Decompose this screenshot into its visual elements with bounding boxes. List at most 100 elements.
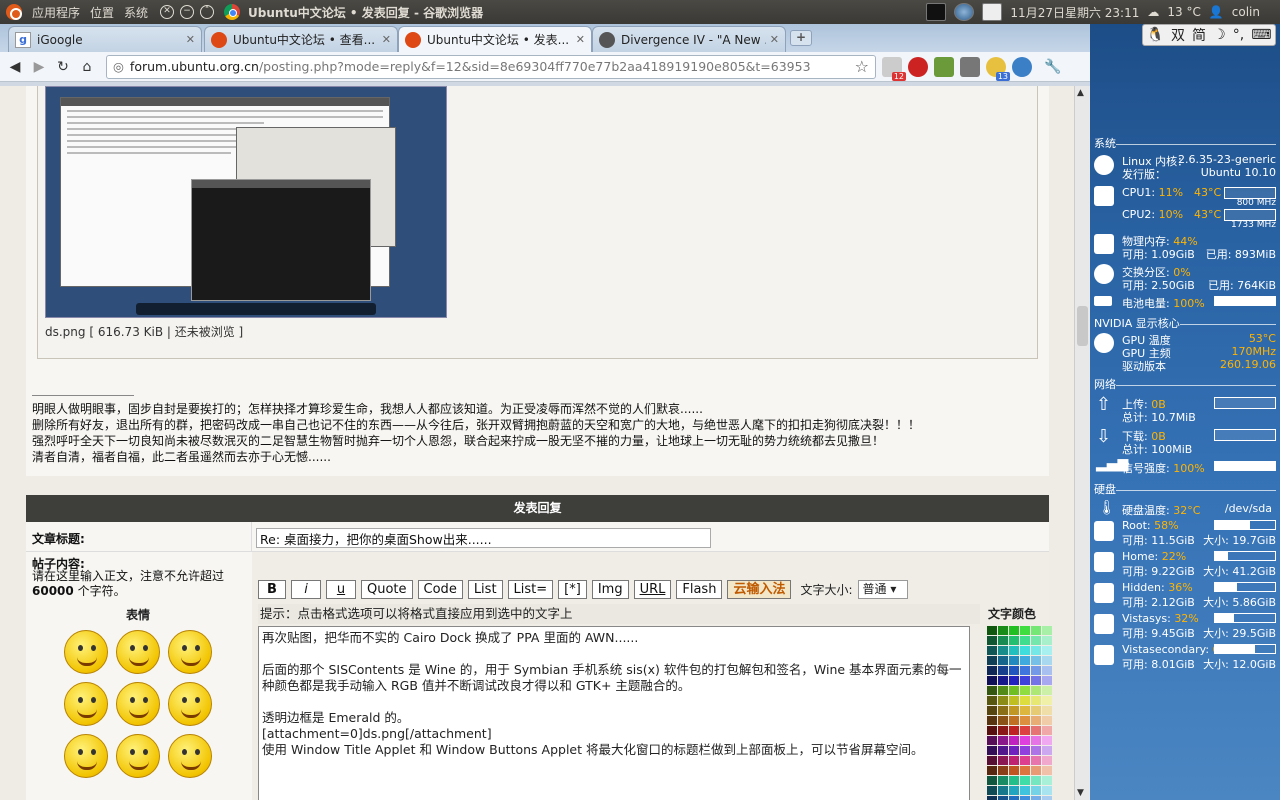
input-method-bar[interactable]: 🐧 双 简 ☽ °, ⌨: [1142, 24, 1276, 46]
ime-double-width[interactable]: 双: [1171, 25, 1185, 45]
mail-indicator-icon[interactable]: [982, 3, 1003, 21]
color-swatch[interactable]: [1009, 686, 1019, 695]
color-swatch[interactable]: [1009, 656, 1019, 665]
color-swatch[interactable]: [1031, 696, 1041, 705]
color-swatch[interactable]: [1009, 726, 1019, 735]
page-scrollbar[interactable]: ▲ ▼: [1074, 86, 1090, 800]
color-swatch[interactable]: [1042, 766, 1052, 775]
font-size-select[interactable]: 普通 ▾: [857, 580, 908, 599]
quote-button[interactable]: Quote: [361, 580, 413, 599]
underline-button[interactable]: u: [326, 580, 356, 599]
color-swatch[interactable]: [1020, 736, 1030, 745]
color-swatch[interactable]: [998, 736, 1008, 745]
color-swatch[interactable]: [1009, 626, 1019, 635]
color-swatch[interactable]: [1031, 726, 1041, 735]
color-swatch[interactable]: [998, 726, 1008, 735]
moon-icon[interactable]: ☽: [1213, 27, 1226, 43]
emoticon[interactable]: [116, 630, 160, 674]
color-swatch[interactable]: [987, 746, 997, 755]
color-swatch[interactable]: [1020, 626, 1030, 635]
color-swatch[interactable]: [1031, 746, 1041, 755]
tab-close-icon[interactable]: ✕: [576, 33, 585, 46]
color-swatch[interactable]: [998, 776, 1008, 785]
emoticon[interactable]: [168, 734, 212, 778]
scroll-down-icon[interactable]: ▼: [1077, 788, 1084, 798]
color-swatch[interactable]: [987, 646, 997, 655]
extension-globe-icon[interactable]: [1012, 56, 1032, 77]
color-swatch[interactable]: [987, 726, 997, 735]
emoticon[interactable]: [168, 682, 212, 726]
code-button[interactable]: Code: [417, 580, 463, 599]
color-swatch[interactable]: [1009, 776, 1019, 785]
tab-close-icon[interactable]: ✕: [382, 33, 391, 46]
color-swatch[interactable]: [998, 746, 1008, 755]
color-swatch[interactable]: [1042, 776, 1052, 785]
tab-forum-view[interactable]: Ubuntu中文论坛 • 查看... ✕: [204, 26, 398, 52]
reload-icon[interactable]: ↻: [54, 59, 72, 75]
color-swatch[interactable]: [998, 626, 1008, 635]
color-swatch[interactable]: [1042, 716, 1052, 725]
color-swatch[interactable]: [1020, 706, 1030, 715]
window-minimize-icon[interactable]: −: [180, 5, 195, 19]
color-swatch[interactable]: [998, 796, 1008, 800]
color-swatch[interactable]: [1042, 636, 1052, 645]
menu-applications[interactable]: 应用程序: [32, 4, 80, 21]
color-swatch[interactable]: [1020, 696, 1030, 705]
color-swatch[interactable]: [1031, 776, 1041, 785]
italic-button[interactable]: i: [291, 580, 321, 599]
color-swatch[interactable]: [1042, 646, 1052, 655]
list-button[interactable]: List: [467, 580, 503, 599]
color-swatch[interactable]: [1020, 636, 1030, 645]
message-textarea[interactable]: 再次贴图，把华而不实的 Cairo Dock 换成了 PPA 里面的 AWN..…: [258, 626, 970, 800]
color-swatch[interactable]: [1009, 646, 1019, 655]
scroll-thumb[interactable]: [1077, 306, 1088, 346]
color-swatch[interactable]: [1031, 626, 1041, 635]
menu-system[interactable]: 系统: [124, 4, 148, 21]
color-swatch[interactable]: [987, 706, 997, 715]
color-swatch[interactable]: [1031, 636, 1041, 645]
color-swatch[interactable]: [998, 666, 1008, 675]
color-swatch[interactable]: [1031, 736, 1041, 745]
color-swatch[interactable]: [998, 766, 1008, 775]
color-swatch[interactable]: [987, 656, 997, 665]
window-maximize-icon[interactable]: ˄: [200, 5, 215, 19]
color-swatch[interactable]: [998, 656, 1008, 665]
color-swatch[interactable]: [987, 776, 997, 785]
color-swatch[interactable]: [1031, 706, 1041, 715]
tab-close-icon[interactable]: ✕: [770, 33, 779, 46]
emoticon[interactable]: [168, 630, 212, 674]
weather-icon[interactable]: ☁: [1147, 5, 1159, 19]
emoticon[interactable]: [116, 682, 160, 726]
emoticon[interactable]: [116, 734, 160, 778]
color-swatch[interactable]: [1042, 786, 1052, 795]
forward-icon[interactable]: ▶: [30, 59, 48, 75]
list-item-button[interactable]: [*]: [558, 580, 587, 599]
color-swatch[interactable]: [1042, 656, 1052, 665]
color-swatch[interactable]: [1031, 766, 1041, 775]
weather-temp[interactable]: 13 °C: [1167, 5, 1200, 19]
color-swatch[interactable]: [1020, 786, 1030, 795]
color-swatch[interactable]: [1009, 746, 1019, 755]
network-globe-icon[interactable]: [954, 3, 975, 21]
color-swatch[interactable]: [1020, 776, 1030, 785]
emoticon[interactable]: [64, 630, 108, 674]
color-swatch[interactable]: [1031, 646, 1041, 655]
ubuntu-logo-icon[interactable]: [6, 4, 22, 20]
color-swatch[interactable]: [1009, 736, 1019, 745]
color-swatch[interactable]: [1031, 796, 1041, 800]
color-swatch[interactable]: [1031, 656, 1041, 665]
subject-input[interactable]: [256, 528, 711, 548]
flash-button[interactable]: Flash: [676, 580, 723, 599]
color-swatch[interactable]: [1042, 756, 1052, 765]
extension-arrow-icon[interactable]: [960, 56, 980, 77]
color-swatch[interactable]: [1042, 676, 1052, 685]
color-swatch[interactable]: [1042, 796, 1052, 800]
color-swatch[interactable]: [1042, 726, 1052, 735]
color-swatch[interactable]: [1009, 666, 1019, 675]
color-swatch[interactable]: [1020, 726, 1030, 735]
color-swatch[interactable]: [1020, 666, 1030, 675]
bold-button[interactable]: B: [258, 580, 286, 599]
punctuation-icon[interactable]: °,: [1233, 27, 1244, 43]
penguin-icon[interactable]: 🐧: [1147, 27, 1164, 43]
color-swatch[interactable]: [1009, 756, 1019, 765]
